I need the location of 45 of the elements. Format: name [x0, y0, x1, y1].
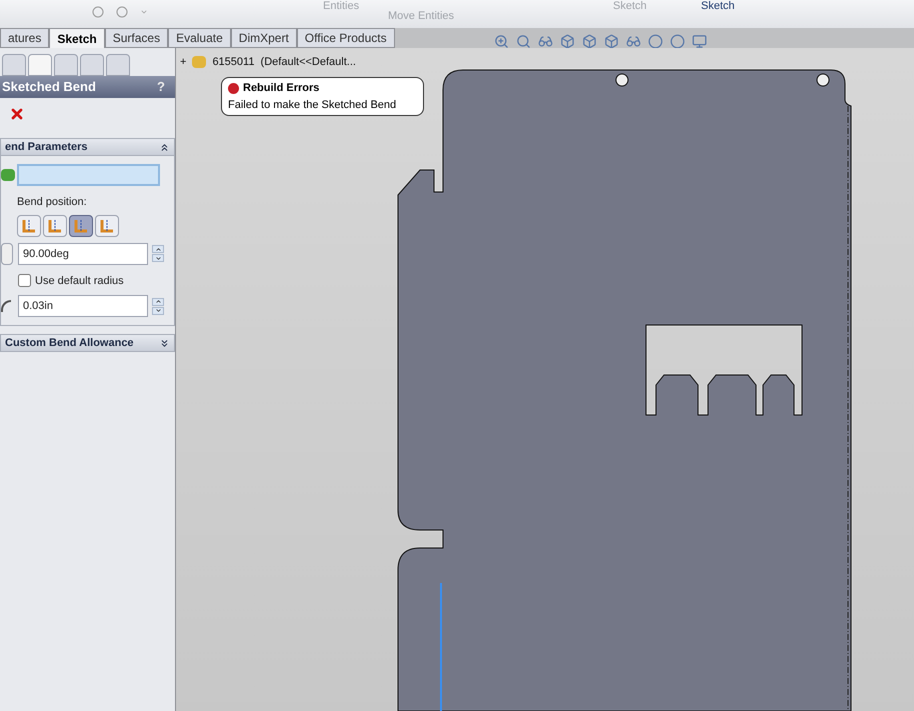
ribbon-tab[interactable]: Sketch	[49, 28, 105, 48]
ribbon-tab[interactable]: atures	[0, 28, 50, 48]
balloon-title: Rebuild Errors	[243, 81, 320, 96]
radius-icon	[1, 300, 11, 312]
ribbon-tab[interactable]: DimXpert	[230, 28, 297, 48]
bend-position-button[interactable]	[43, 214, 67, 236]
bend-position-button[interactable]	[69, 214, 93, 236]
angle-field[interactable]: 90.00deg	[18, 242, 148, 264]
bend-icon	[21, 218, 37, 232]
zoom-area-icon[interactable]	[516, 34, 531, 49]
checkbox-label: Use default radius	[35, 274, 124, 288]
radius-field[interactable]: 0.03in	[18, 295, 148, 317]
ribbon-label[interactable]: Sketch	[701, 0, 735, 14]
bend-position-button[interactable]	[95, 214, 119, 236]
tree-item[interactable]: 6155011 (Default<<Default...	[212, 54, 356, 70]
spin-up-button[interactable]	[152, 245, 164, 253]
section-title: end Parameters	[5, 140, 88, 155]
section-header[interactable]: end Parameters	[0, 138, 175, 156]
bend-icon	[73, 218, 89, 232]
selection-field[interactable]	[17, 164, 160, 186]
cancel-icon[interactable]	[9, 106, 25, 122]
bend-icon	[47, 218, 63, 232]
spin-up-button[interactable]	[152, 298, 164, 306]
field-label: Bend position:	[17, 195, 88, 210]
section-title: Custom Bend Allowance	[5, 336, 134, 351]
hide-show-icon[interactable]	[626, 34, 641, 49]
face-select-icon	[1, 169, 15, 181]
section-header[interactable]: Custom Bend Allowance	[0, 334, 175, 352]
ribbon-tab[interactable]: Office Products	[296, 28, 395, 48]
spin-down-button[interactable]	[152, 306, 164, 314]
balloon-message: Failed to make the Sketched Bend	[228, 98, 398, 112]
zoom-icon[interactable]	[494, 34, 509, 49]
tree-expander[interactable]: +	[180, 54, 186, 70]
bend-icon	[99, 218, 115, 232]
display-icon[interactable]	[692, 34, 707, 49]
error-icon	[228, 82, 239, 94]
collapse-icon[interactable]	[159, 142, 170, 152]
ribbon-tab[interactable]: Surfaces	[104, 28, 168, 48]
spin-down-button[interactable]	[152, 254, 164, 262]
panel-title: Sketched Bend	[2, 78, 96, 96]
expand-icon[interactable]	[159, 338, 170, 348]
caret-icon[interactable]	[140, 8, 148, 16]
bend-position-button[interactable]	[17, 214, 41, 236]
checkbox[interactable]	[18, 274, 31, 288]
ribbon-tab[interactable]: Evaluate	[168, 28, 231, 48]
